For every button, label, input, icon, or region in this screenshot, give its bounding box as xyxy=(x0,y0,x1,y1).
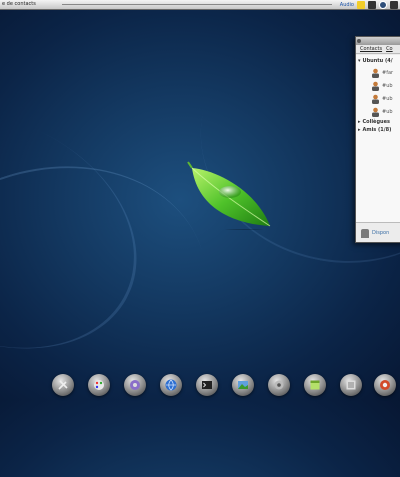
window-menubar: Contacts Co xyxy=(356,45,400,54)
menu-contacts[interactable]: Contacts xyxy=(360,45,382,53)
settings-icon[interactable] xyxy=(268,374,290,396)
contact-name: #ub xyxy=(382,95,393,102)
user-avatar-icon xyxy=(372,81,379,91)
contact-list[interactable]: ▾ Ubuntu (4/ #far #ub #ub #ub ▸ Collègues … xyxy=(356,55,400,242)
system-tray: Audio xyxy=(338,0,400,9)
media-player-icon[interactable] xyxy=(124,374,146,396)
list-item[interactable]: #ub xyxy=(371,93,400,104)
chevron-down-icon[interactable]: ▾ xyxy=(358,58,361,64)
system-icon[interactable] xyxy=(374,374,396,396)
network-icon[interactable] xyxy=(379,0,387,9)
panel-separator xyxy=(62,4,332,5)
user-avatar-icon xyxy=(372,68,379,78)
group-label: Collègues xyxy=(362,119,390,125)
terminal-icon[interactable] xyxy=(196,374,218,396)
group-label: Amis (1/8) xyxy=(362,127,392,133)
group-amis[interactable]: ▸ Amis (1/8) xyxy=(358,127,391,133)
image-viewer-icon[interactable] xyxy=(232,374,254,396)
window-list-icon[interactable] xyxy=(368,0,376,9)
menu-conversation[interactable]: Co xyxy=(386,45,393,53)
group-label: Ubuntu (4/ xyxy=(362,58,393,64)
list-item[interactable]: #far xyxy=(371,67,400,78)
group-collegues[interactable]: ▸ Collègues xyxy=(358,119,390,125)
user-avatar-icon xyxy=(372,94,379,104)
contacts-window[interactable]: Contacts Co ▾ Ubuntu (4/ #far #ub #ub #ub… xyxy=(355,36,400,243)
status-selector[interactable]: Dispon xyxy=(356,222,400,242)
top-panel: e de contacts Audio xyxy=(0,0,400,10)
notes-icon[interactable] xyxy=(357,0,365,9)
audio-label[interactable]: Audio xyxy=(340,2,354,8)
chevron-right-icon[interactable]: ▸ xyxy=(358,119,361,125)
leaf-icon xyxy=(187,161,271,230)
list-item[interactable]: #ub xyxy=(371,80,400,91)
status-icon xyxy=(361,228,369,238)
contact-name: #ub xyxy=(382,82,393,89)
contact-name: #ub xyxy=(382,108,393,115)
list-item[interactable]: #ub xyxy=(371,106,400,117)
dock xyxy=(48,372,400,398)
palette-icon[interactable] xyxy=(88,374,110,396)
group-ubuntu[interactable]: ▾ Ubuntu (4/ xyxy=(358,58,393,64)
close-icon[interactable] xyxy=(357,39,361,43)
web-browser-icon[interactable] xyxy=(160,374,182,396)
file-manager-icon[interactable] xyxy=(340,374,362,396)
contact-name: #far xyxy=(382,69,394,76)
active-window-title[interactable]: e de contacts xyxy=(2,0,36,8)
window-titlebar[interactable] xyxy=(356,37,400,45)
volume-icon[interactable] xyxy=(390,0,398,9)
chevron-right-icon[interactable]: ▸ xyxy=(358,127,361,133)
calendar-icon[interactable] xyxy=(304,374,326,396)
tools-icon[interactable] xyxy=(52,374,74,396)
user-avatar-icon xyxy=(372,107,379,117)
status-label: Dispon xyxy=(372,230,390,236)
